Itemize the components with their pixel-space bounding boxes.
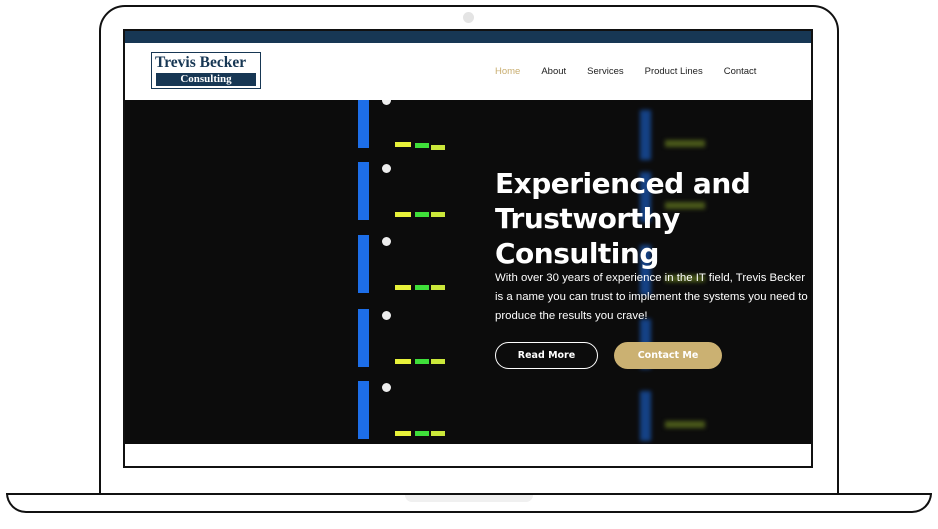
server-dot bbox=[382, 311, 391, 320]
server-dot bbox=[382, 237, 391, 246]
server-dot bbox=[382, 383, 391, 392]
logo-line1: Trevis Becker bbox=[155, 54, 247, 71]
logo-line2: Consulting bbox=[156, 73, 256, 86]
server-blue-light-blur bbox=[640, 391, 651, 441]
server-led bbox=[431, 285, 445, 290]
server-blue-light-blur bbox=[640, 110, 651, 160]
server-led bbox=[395, 431, 411, 436]
server-led bbox=[431, 431, 445, 436]
server-blue-light bbox=[358, 309, 369, 367]
nav-contact[interactable]: Contact bbox=[724, 66, 757, 77]
hero-text: With over 30 years of experience in the … bbox=[495, 272, 808, 322]
server-led bbox=[431, 359, 445, 364]
server-led bbox=[395, 142, 411, 147]
server-blue-light bbox=[358, 381, 369, 439]
server-dot bbox=[382, 100, 391, 105]
nav-services[interactable]: Services bbox=[587, 66, 623, 77]
read-more-button[interactable]: Read More bbox=[495, 342, 598, 369]
server-led bbox=[415, 359, 429, 364]
logo[interactable]: Trevis Becker Consulting bbox=[151, 52, 261, 89]
server-led bbox=[431, 145, 445, 150]
server-led bbox=[415, 285, 429, 290]
website-screen: Trevis Becker Consulting Home About Serv… bbox=[123, 29, 813, 468]
server-led bbox=[415, 212, 429, 217]
laptop-notch bbox=[405, 495, 533, 502]
site-header: Trevis Becker Consulting Home About Serv… bbox=[125, 43, 811, 100]
nav-about[interactable]: About bbox=[541, 66, 566, 77]
server-led-blur bbox=[665, 140, 705, 147]
server-led bbox=[395, 212, 411, 217]
hero-section: Experienced and Trustworthy Consulting W… bbox=[125, 100, 811, 444]
server-led bbox=[415, 143, 429, 148]
server-led bbox=[431, 212, 445, 217]
server-dot bbox=[382, 164, 391, 173]
hero-title: Experienced and Trustworthy Consulting bbox=[495, 167, 751, 270]
server-blue-light bbox=[358, 100, 369, 148]
contact-me-button[interactable]: Contact Me bbox=[614, 342, 722, 369]
main-nav: Home About Services Product Lines Contac… bbox=[495, 66, 777, 77]
webcam bbox=[463, 12, 474, 23]
nav-home[interactable]: Home bbox=[495, 66, 520, 77]
server-blue-light bbox=[358, 162, 369, 220]
server-led bbox=[395, 359, 411, 364]
top-bar bbox=[125, 31, 811, 43]
nav-product-lines[interactable]: Product Lines bbox=[645, 66, 703, 77]
server-led bbox=[395, 285, 411, 290]
server-blue-light bbox=[358, 235, 369, 293]
server-led bbox=[415, 431, 429, 436]
server-led-blur bbox=[665, 421, 705, 428]
